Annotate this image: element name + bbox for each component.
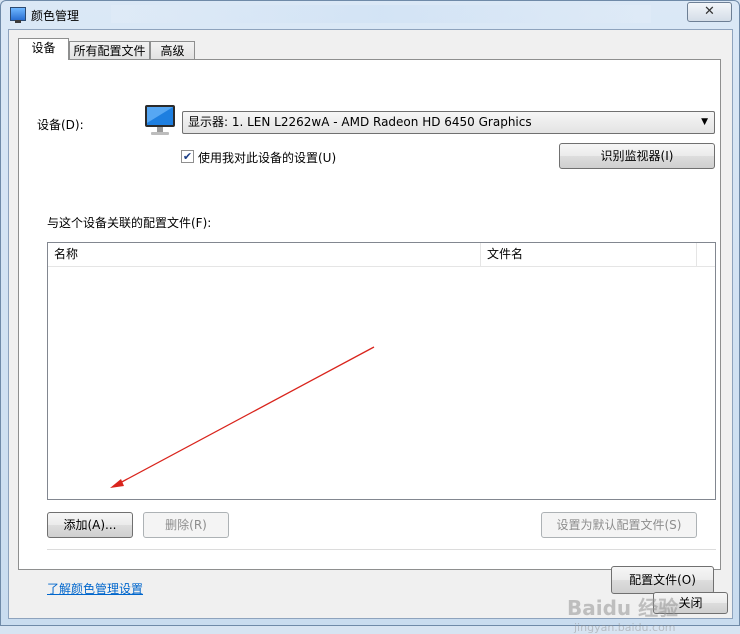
blurred-background-strip: [111, 5, 651, 23]
profiles-list[interactable]: 名称 文件名: [47, 242, 716, 500]
panel-separator: [47, 549, 716, 550]
column-header-name[interactable]: 名称: [48, 243, 481, 266]
associated-profiles-label: 与这个设备关联的配置文件(F):: [47, 216, 212, 230]
device-select-value: 显示器: 1. LEN L2262wA - AMD Radeon HD 6450…: [188, 115, 532, 129]
baidu-watermark-url: jingyan.baidu.com: [574, 621, 676, 634]
baidu-watermark: Baidu 经验: [567, 596, 679, 620]
column-header-filename[interactable]: 文件名: [481, 243, 697, 266]
profiles-button[interactable]: 配置文件(O): [611, 566, 714, 594]
learn-color-settings-link[interactable]: 了解颜色管理设置: [47, 580, 143, 597]
remove-profile-button[interactable]: 删除(R): [143, 512, 229, 538]
tab-advanced[interactable]: 高级: [150, 41, 195, 59]
window-title: 颜色管理: [31, 9, 80, 23]
color-management-window: 颜色管理 ✕ 设备 所有配置文件 高级 设备(D): 显示器: 1. LEN L…: [0, 0, 740, 634]
tab-all-profiles[interactable]: 所有配置文件: [69, 41, 150, 59]
use-my-settings-label[interactable]: 使用我对此设备的设置(U): [198, 149, 336, 166]
tab-devices[interactable]: 设备: [18, 38, 69, 60]
dropdown-arrow-icon: ▼: [701, 117, 708, 127]
add-profile-button[interactable]: 添加(A)...: [47, 512, 133, 538]
monitor-icon: [145, 105, 175, 135]
device-select[interactable]: 显示器: 1. LEN L2262wA - AMD Radeon HD 6450…: [182, 111, 715, 134]
profiles-list-header: 名称 文件名: [48, 243, 715, 267]
device-label: 设备(D):: [37, 118, 84, 132]
dialog-client-area: 设备 所有配置文件 高级 设备(D): 显示器: 1. LEN L2262wA …: [8, 29, 733, 634]
identify-monitors-button[interactable]: 识别监视器(I): [559, 143, 715, 169]
color-management-app-icon: [10, 7, 26, 23]
close-window-button[interactable]: ✕: [687, 2, 732, 22]
devices-tab-panel: 设备(D): 显示器: 1. LEN L2262wA - AMD Radeon …: [18, 59, 721, 596]
set-default-profile-button[interactable]: 设置为默认配置文件(S): [541, 512, 697, 538]
title-bar[interactable]: 颜色管理 ✕: [1, 1, 739, 29]
use-my-settings-checkbox[interactable]: ✔: [181, 150, 194, 163]
